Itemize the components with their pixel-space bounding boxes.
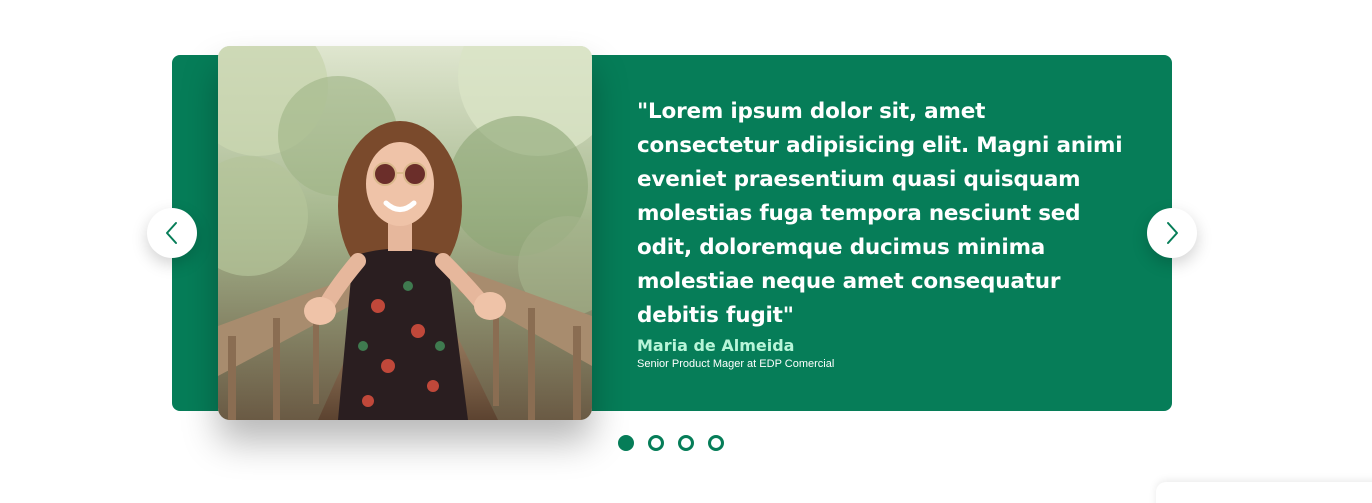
- previous-button[interactable]: [147, 208, 197, 258]
- author-name: Maria de Almeida: [637, 336, 795, 355]
- chevron-left-icon: [166, 222, 177, 244]
- carousel-pagination: [618, 435, 724, 451]
- testimonial-carousel: "Lorem ipsum dolor sit, amet consectetur…: [0, 0, 1372, 503]
- pagination-dot-2[interactable]: [648, 435, 664, 451]
- chevron-right-icon: [1167, 222, 1178, 244]
- author-role: Senior Product Mager at EDP Comercial: [637, 358, 835, 370]
- pagination-dot-3[interactable]: [678, 435, 694, 451]
- testimonial-quote: "Lorem ipsum dolor sit, amet consectetur…: [637, 99, 1123, 328]
- pagination-dot-4[interactable]: [708, 435, 724, 451]
- next-button[interactable]: [1147, 208, 1197, 258]
- pagination-dot-1[interactable]: [618, 435, 634, 451]
- floating-widget: [1156, 482, 1372, 503]
- testimonial-photo: [218, 46, 592, 420]
